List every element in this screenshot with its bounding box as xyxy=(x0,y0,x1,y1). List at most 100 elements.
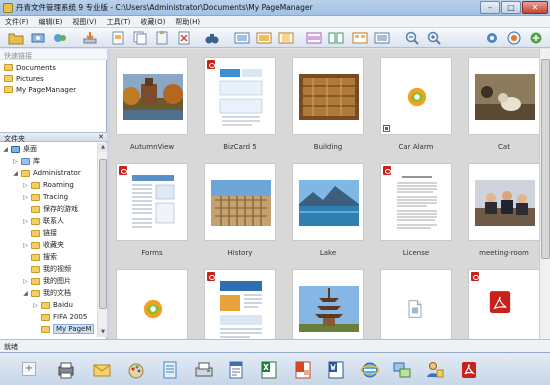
tree-scrollbar[interactable]: ▲ ▼ xyxy=(97,143,108,337)
thumbnail-preview[interactable] xyxy=(204,57,276,135)
thumbnail-preview[interactable] xyxy=(292,269,364,339)
tree-item-contacts[interactable]: ▷ 联系人 xyxy=(22,215,64,227)
close-pane-button[interactable]: ✕ xyxy=(98,133,104,141)
quick-link-documents[interactable]: Documents xyxy=(4,62,56,73)
tree-item-favorites[interactable]: ▷ 收藏夹 xyxy=(22,239,64,251)
menu-file[interactable]: 文件(F) xyxy=(0,16,34,27)
grid-scrollbar[interactable] xyxy=(539,49,550,339)
tree-item-searches[interactable]: 搜索 xyxy=(22,251,57,263)
email-icon[interactable] xyxy=(92,360,112,380)
network-icon[interactable] xyxy=(392,360,412,380)
thumbnail-preview[interactable] xyxy=(380,163,452,241)
new-document-icon[interactable] xyxy=(110,31,126,45)
expand-icon[interactable]: ▷ xyxy=(12,158,19,165)
thumbnail-preview[interactable] xyxy=(204,163,276,241)
view-normal-icon[interactable] xyxy=(234,31,250,45)
tree-item-roaming[interactable]: ▷ Roaming xyxy=(22,179,74,191)
thumbnail-preview[interactable] xyxy=(116,163,188,241)
tree-item-desktop[interactable]: ◢ 桌面 xyxy=(2,143,37,155)
tree-item-baidu[interactable]: ▷ Baidu xyxy=(32,299,73,311)
view-list-icon[interactable] xyxy=(374,31,390,45)
quick-link-pictures[interactable]: Pictures xyxy=(4,73,44,84)
thumbnail-item[interactable] xyxy=(292,269,364,339)
expand-icon[interactable]: ▷ xyxy=(32,302,39,309)
tree-item-libraries[interactable]: ▷ 库 xyxy=(12,155,40,167)
expand-icon[interactable]: ▷ xyxy=(22,194,29,201)
delete-document-icon[interactable] xyxy=(176,31,192,45)
paint-icon[interactable] xyxy=(126,360,146,380)
tree-item-administrator[interactable]: ◢ Administrator xyxy=(12,167,81,179)
scan-icon[interactable] xyxy=(30,31,46,45)
thumbnail-item[interactable] xyxy=(116,269,188,339)
view-fit-icon[interactable] xyxy=(256,31,272,45)
thumbnail-preview[interactable] xyxy=(468,57,540,135)
tree-item-my-pictures[interactable]: ▷ 我的图片 xyxy=(22,275,71,287)
tree-item-fifa-2005[interactable]: FIFA 2005 xyxy=(32,311,87,323)
menu-view[interactable]: 视图(V) xyxy=(67,16,101,27)
pdf-icon[interactable] xyxy=(459,360,479,380)
expand-icon[interactable]: ▷ xyxy=(22,182,29,189)
tree-item-my-documents[interactable]: ◢ 我的文档 xyxy=(22,287,71,299)
tree-item-saved-games[interactable]: 保存的游戏 xyxy=(22,203,78,215)
view-thumbnails-icon[interactable] xyxy=(352,31,368,45)
menu-help[interactable]: 帮助(H) xyxy=(170,16,205,27)
powerpoint-icon[interactable] xyxy=(293,360,313,380)
zoom-in-icon[interactable] xyxy=(426,31,442,45)
menu-edit[interactable]: 编辑(E) xyxy=(34,16,68,27)
scrollbar-thumb[interactable] xyxy=(541,59,550,259)
thumbnail-preview[interactable] xyxy=(292,57,364,135)
fax-icon[interactable] xyxy=(194,360,214,380)
view-page-icon[interactable] xyxy=(278,31,294,45)
tree-item-my-videos[interactable]: 我的视频 xyxy=(22,263,71,275)
minimize-button[interactable]: – xyxy=(480,1,500,14)
view-width-icon[interactable] xyxy=(306,31,322,45)
scrollbar-thumb[interactable] xyxy=(99,159,107,309)
word-icon[interactable] xyxy=(326,360,346,380)
thumbnail-item[interactable]: Forms xyxy=(116,163,188,257)
thumbnail-preview[interactable] xyxy=(380,269,452,339)
user-icon[interactable] xyxy=(425,360,445,380)
notepad-icon[interactable] xyxy=(160,360,180,380)
thumbnail-preview[interactable] xyxy=(116,269,188,339)
thumbnail-preview[interactable] xyxy=(116,57,188,135)
internet-explorer-icon[interactable] xyxy=(360,360,380,380)
help-icon[interactable] xyxy=(506,31,522,45)
collapse-icon[interactable]: ◢ xyxy=(2,146,9,153)
zoom-out-icon[interactable] xyxy=(404,31,420,45)
thumbnail-preview[interactable] xyxy=(204,269,276,339)
thumbnail-item[interactable]: Car Alarm xyxy=(380,57,452,151)
settings-icon[interactable] xyxy=(484,31,500,45)
expand-icon[interactable]: ▷ xyxy=(22,218,29,225)
open-folder-icon[interactable] xyxy=(8,31,24,45)
view-double-icon[interactable] xyxy=(328,31,344,45)
thumbnail-item[interactable] xyxy=(204,269,276,339)
collapse-icon[interactable]: ◢ xyxy=(12,170,19,177)
collapse-icon[interactable]: ◢ xyxy=(22,290,29,297)
thumbnail-item[interactable]: History xyxy=(204,163,276,257)
expand-icon[interactable]: ▷ xyxy=(22,278,29,285)
thumbnail-preview[interactable] xyxy=(468,163,540,241)
thumbnail-item[interactable] xyxy=(380,269,452,339)
menu-favorites[interactable]: 收藏(O) xyxy=(135,16,170,27)
thumbnail-preview[interactable] xyxy=(380,57,452,135)
thumbnail-preview[interactable] xyxy=(292,163,364,241)
tree-item-my-pagemanager[interactable]: My PageM xyxy=(32,323,95,335)
copy-document-icon[interactable] xyxy=(132,31,148,45)
add-shortcut-button[interactable]: + xyxy=(22,362,36,376)
thumbnail-item[interactable]: Cat xyxy=(468,57,540,151)
tree-item-tracing[interactable]: ▷ Tracing xyxy=(22,191,68,203)
wordpad-icon[interactable] xyxy=(226,360,246,380)
expand-icon[interactable]: ▷ xyxy=(22,242,29,249)
update-icon[interactable] xyxy=(528,31,544,45)
close-button[interactable]: ✕ xyxy=(522,1,548,14)
thumbnail-item[interactable]: AutumnView xyxy=(116,57,188,151)
thumbnail-item[interactable]: Building xyxy=(292,57,364,151)
binoculars-icon[interactable] xyxy=(204,31,220,45)
import-icon[interactable] xyxy=(82,31,98,45)
thumbnail-preview[interactable] xyxy=(468,269,540,339)
thumbnail-item[interactable] xyxy=(468,269,540,339)
thumbnail-item[interactable]: meeting-room xyxy=(468,163,540,257)
thumbnail-item[interactable]: BizCard 5 xyxy=(204,57,276,151)
thumbnail-item[interactable]: Lake xyxy=(292,163,364,257)
quick-link-my-pagemanager[interactable]: My PageManager xyxy=(4,84,76,95)
